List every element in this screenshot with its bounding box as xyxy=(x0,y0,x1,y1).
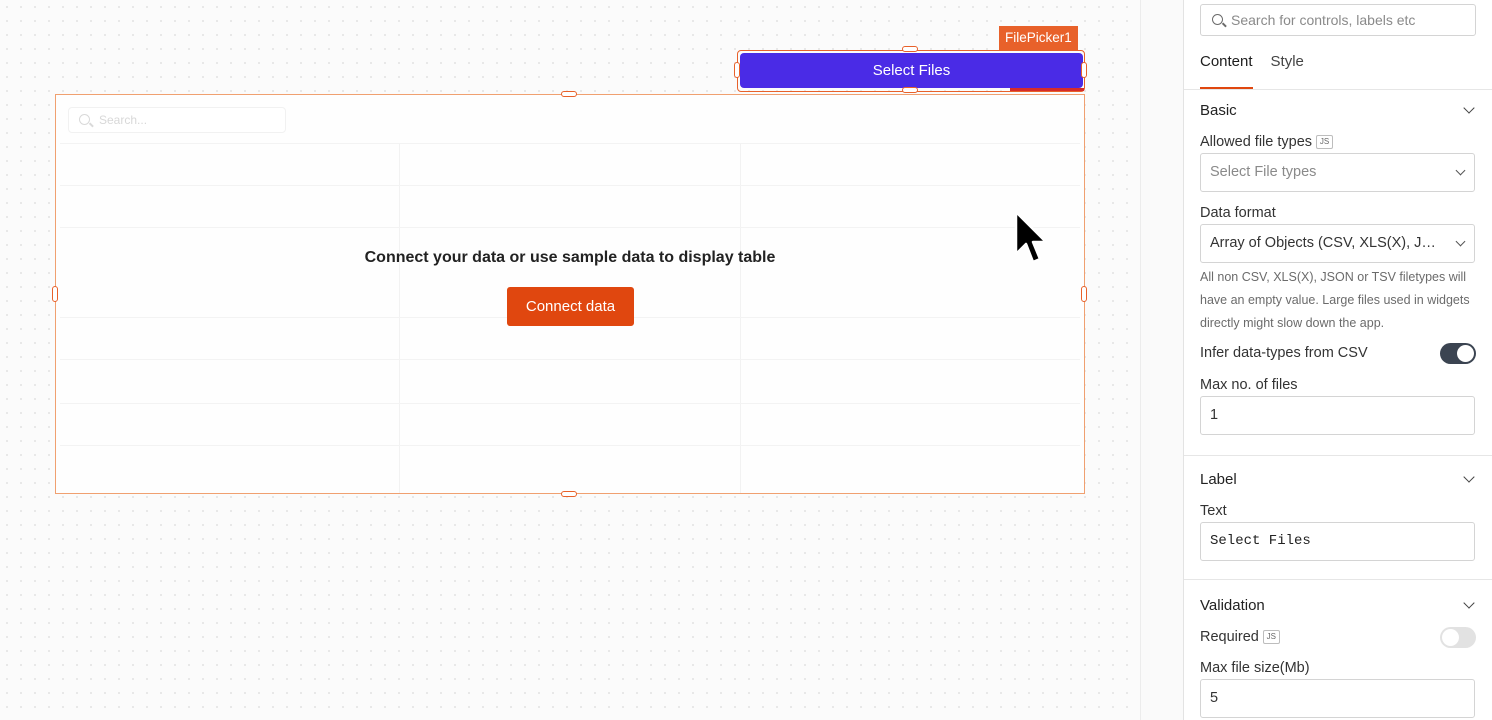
property-search-input[interactable]: Search for controls, labels etc xyxy=(1200,4,1476,36)
section-divider xyxy=(1184,455,1492,456)
connect-data-button[interactable]: Connect data xyxy=(507,287,634,326)
table-column-divider xyxy=(740,143,741,493)
resize-handle-top[interactable] xyxy=(561,91,577,97)
data-format-help-text: All non CSV, XLS(X), JSON or TSV filetyp… xyxy=(1200,270,1470,330)
resize-handle-bottom[interactable] xyxy=(561,491,577,497)
search-icon xyxy=(1212,14,1223,25)
js-toggle-badge[interactable]: JS xyxy=(1262,630,1280,644)
infer-types-toggle[interactable] xyxy=(1440,343,1476,364)
table-row-divider xyxy=(60,445,1080,446)
toggle-knob xyxy=(1442,629,1459,646)
required-toggle[interactable] xyxy=(1440,627,1476,648)
chevron-down-icon xyxy=(1455,165,1466,176)
section-title-basic[interactable]: Basic xyxy=(1200,102,1237,119)
table-widget[interactable]: Search... Connect your data or use sampl… xyxy=(55,94,1085,494)
resize-handle-top[interactable] xyxy=(902,46,918,52)
infer-types-label: Infer data-types from CSV xyxy=(1200,345,1368,361)
label-text-input[interactable]: Select Files xyxy=(1200,522,1475,561)
select-files-button[interactable]: Select Files xyxy=(740,53,1083,88)
table-column-divider xyxy=(399,143,400,493)
max-file-size-label: Max file size(Mb) xyxy=(1200,660,1310,676)
tab-style[interactable]: Style xyxy=(1271,52,1304,89)
mouse-cursor-icon xyxy=(1014,210,1048,264)
tabs-divider xyxy=(1184,89,1492,90)
resize-handle-left[interactable] xyxy=(734,62,740,78)
filepicker-error-bar xyxy=(1010,88,1084,91)
max-files-label: Max no. of files xyxy=(1200,377,1298,393)
table-row-divider xyxy=(60,403,1080,404)
data-format-value: Array of Objects (CSV, XLS(X), JSON, TSV… xyxy=(1210,235,1475,251)
resize-handle-bottom[interactable] xyxy=(902,87,918,93)
property-pane: Search for controls, labels etc Content … xyxy=(1183,0,1492,720)
resize-handle-right[interactable] xyxy=(1081,62,1087,78)
widget-name-tag[interactable]: FilePicker1 xyxy=(999,26,1078,50)
toggle-knob xyxy=(1457,345,1474,362)
tab-content[interactable]: Content xyxy=(1200,52,1253,89)
property-tabs: Content Style xyxy=(1200,52,1304,89)
section-title-label[interactable]: Label xyxy=(1200,471,1237,488)
table-row-divider xyxy=(60,143,1080,144)
section-divider xyxy=(1184,579,1492,580)
chevron-down-icon[interactable] xyxy=(1463,471,1475,483)
section-title-validation[interactable]: Validation xyxy=(1200,597,1265,614)
search-icon xyxy=(79,114,90,125)
js-toggle-badge[interactable]: JS xyxy=(1316,135,1334,149)
resize-handle-right[interactable] xyxy=(1081,286,1087,302)
table-row-divider xyxy=(60,185,1080,186)
data-format-label: Data format xyxy=(1200,205,1276,221)
editor-canvas[interactable]: FilePicker1 Select Files Search... Conne… xyxy=(0,0,1140,720)
chevron-down-icon[interactable] xyxy=(1463,597,1475,609)
chevron-down-icon[interactable] xyxy=(1463,102,1475,114)
table-row-divider xyxy=(60,359,1080,360)
table-search-input[interactable]: Search... xyxy=(68,107,286,133)
canvas-divider xyxy=(1140,0,1141,720)
required-label-text: Required xyxy=(1200,629,1259,645)
max-file-size-input[interactable]: 5 xyxy=(1200,679,1475,718)
label-text-label: Text xyxy=(1200,503,1227,519)
table-empty-message: Connect your data or use sample data to … xyxy=(364,249,776,266)
allowed-file-types-select[interactable]: Select File types xyxy=(1200,153,1475,192)
data-format-select[interactable]: Array of Objects (CSV, XLS(X), JSON, TSV… xyxy=(1200,224,1475,263)
table-row-divider xyxy=(60,227,1080,228)
allowed-file-types-label: Allowed file types JS xyxy=(1200,134,1334,150)
required-label: Required JS xyxy=(1200,629,1280,645)
resize-handle-left[interactable] xyxy=(52,286,58,302)
max-files-input[interactable]: 1 xyxy=(1200,396,1475,435)
allowed-file-types-placeholder: Select File types xyxy=(1210,164,1317,180)
allowed-file-types-label-text: Allowed file types xyxy=(1200,134,1313,150)
